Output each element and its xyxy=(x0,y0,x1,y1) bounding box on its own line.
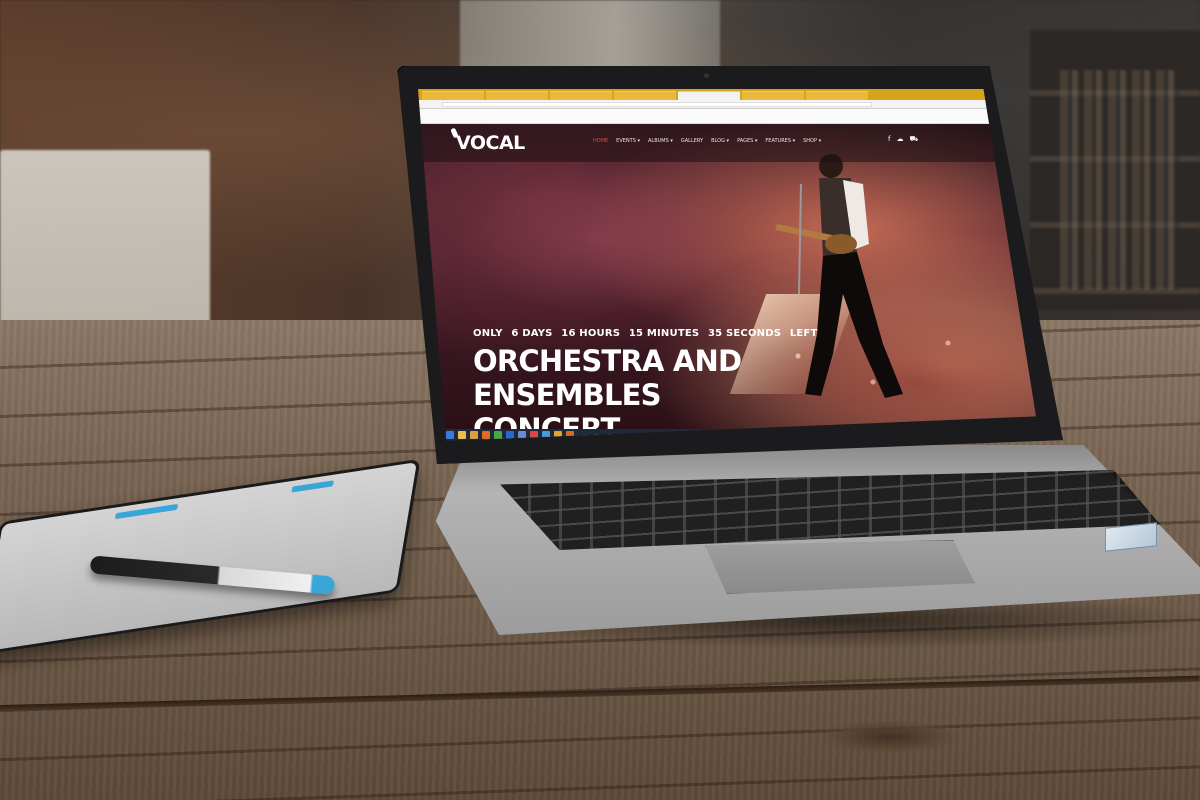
facebook-icon[interactable]: f xyxy=(888,135,890,144)
browser-tab[interactable] xyxy=(422,91,484,100)
shelf-books xyxy=(1060,70,1180,290)
browser-tab[interactable] xyxy=(742,91,804,100)
hero-text: ONLY 6 DAYS 16 HOURS 15 MINUTES 35 SECON… xyxy=(473,328,893,441)
nav-features[interactable]: FEATURES ▾ xyxy=(765,138,795,144)
table-plank-gap xyxy=(0,675,1200,711)
window-light xyxy=(460,0,720,70)
countdown-days: 6 DAYS xyxy=(511,328,553,339)
browser-tab[interactable] xyxy=(550,91,612,100)
countdown-hours: 16 HOURS xyxy=(561,328,621,339)
tablet-accent-strip xyxy=(291,480,334,493)
wood-knot xyxy=(820,720,960,754)
browser-icon[interactable] xyxy=(482,431,490,439)
webcam xyxy=(704,73,709,78)
nav-albums[interactable]: ALBUMS ▾ xyxy=(648,138,673,144)
main-nav: HOME EVENTS ▾ ALBUMS ▾ GALLERY BLOG ▾ PA… xyxy=(593,138,821,144)
browser-tab[interactable] xyxy=(614,91,676,100)
laptop-screen: VOCAL HOME EVENTS ▾ ALBUMS ▾ GALLERY BLO… xyxy=(418,89,1036,441)
site-logo[interactable]: VOCAL xyxy=(456,132,525,154)
nav-home[interactable]: HOME xyxy=(593,138,608,144)
cart-icon[interactable]: ⛟ xyxy=(909,135,918,144)
media-icon[interactable] xyxy=(506,431,514,439)
countdown-minutes: 15 MINUTES xyxy=(628,328,700,339)
browser-tab[interactable] xyxy=(806,91,868,100)
explorer-icon[interactable] xyxy=(458,431,466,439)
browser-address-bar xyxy=(418,100,1036,109)
soundcloud-icon[interactable]: ☁ xyxy=(896,135,903,144)
chrome-icon[interactable] xyxy=(494,431,502,439)
nav-pages[interactable]: PAGES ▾ xyxy=(737,138,757,144)
bookmarks-bar xyxy=(418,109,1036,124)
site-header: VOCAL HOME EVENTS ▾ ALBUMS ▾ GALLERY BLO… xyxy=(418,124,1036,162)
browser-tab-bar xyxy=(418,89,1036,100)
event-countdown: ONLY 6 DAYS 16 HOURS 15 MINUTES 35 SECON… xyxy=(473,328,893,339)
nav-events[interactable]: EVENTS ▾ xyxy=(616,138,640,144)
website-hero: VOCAL HOME EVENTS ▾ ALBUMS ▾ GALLERY BLO… xyxy=(418,124,1036,441)
tablet-accent-strip xyxy=(114,503,179,520)
nav-shop[interactable]: SHOP ▾ xyxy=(803,138,821,144)
nav-blog[interactable]: BLOG ▾ xyxy=(711,138,729,144)
browser-tab-active[interactable] xyxy=(678,91,740,100)
start-icon[interactable] xyxy=(446,431,454,439)
wall-panel xyxy=(0,150,210,330)
nav-gallery[interactable]: GALLERY xyxy=(681,138,703,144)
header-icons: f ☁ ⛟ xyxy=(888,135,918,144)
folder-icon[interactable] xyxy=(470,431,478,439)
countdown-suffix: LEFT xyxy=(789,328,818,339)
url-input[interactable] xyxy=(442,102,872,107)
countdown-prefix: ONLY xyxy=(473,328,503,339)
browser-tab[interactable] xyxy=(486,91,548,100)
stage-smoke xyxy=(458,164,738,314)
countdown-seconds: 35 SECONDS xyxy=(707,328,782,339)
event-title-line-1: ORCHESTRA AND ENSEMBLES xyxy=(473,344,742,412)
